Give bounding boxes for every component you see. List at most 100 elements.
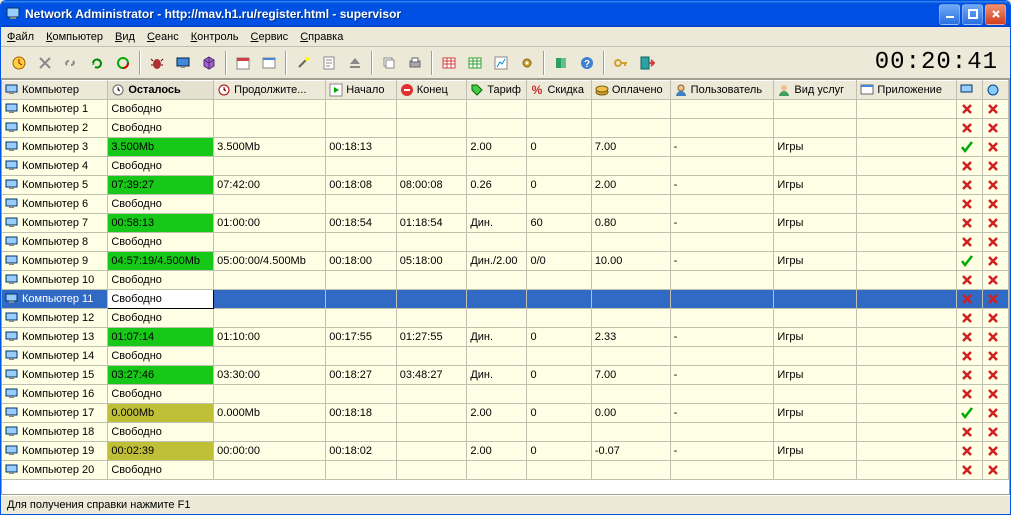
toolbar-gear-button[interactable] <box>515 51 539 75</box>
status-2-icon <box>982 176 1008 195</box>
table-row[interactable]: Компьютер 10Свободно <box>2 271 1009 290</box>
table-row[interactable]: Компьютер 20Свободно <box>2 461 1009 480</box>
table-row[interactable]: Компьютер 6Свободно <box>2 195 1009 214</box>
table-row[interactable]: Компьютер 8Свободно <box>2 233 1009 252</box>
column-header-start[interactable]: Начало <box>326 81 397 100</box>
toolbar-table-red-button[interactable] <box>437 51 461 75</box>
column-header-duration[interactable]: Продолжите... <box>214 81 326 100</box>
toolbar-book-button[interactable] <box>549 51 573 75</box>
table-row[interactable]: Компьютер 18Свободно <box>2 423 1009 442</box>
table-row[interactable]: Компьютер 11Свободно <box>2 290 1009 309</box>
toolbar-print-button[interactable] <box>403 51 427 75</box>
status-1-icon <box>957 119 983 138</box>
menu-компьютер[interactable]: Компьютер <box>46 31 103 43</box>
column-header-s1[interactable] <box>957 81 983 100</box>
title-bar[interactable]: Network Administrator - http://mav.h1.ru… <box>1 1 1010 27</box>
toolbar-wand-button[interactable] <box>291 51 315 75</box>
column-header-user[interactable]: Пользователь <box>670 81 774 100</box>
status-2-icon <box>982 328 1008 347</box>
status-2-icon <box>982 195 1008 214</box>
column-header-end[interactable]: Конец <box>396 81 467 100</box>
toolbar-separator <box>285 51 287 75</box>
status-2-icon <box>982 423 1008 442</box>
computer-icon <box>5 159 19 173</box>
menu-контроль[interactable]: Контроль <box>191 31 239 43</box>
toolbar-eject-button[interactable] <box>343 51 367 75</box>
table-row[interactable]: Компьютер 4Свободно <box>2 157 1009 176</box>
table-row[interactable]: Компьютер 16Свободно <box>2 385 1009 404</box>
computer-icon <box>5 330 19 344</box>
table-row[interactable]: Компьютер 1301:07:1401:10:0000:17:5501:2… <box>2 328 1009 347</box>
status-2-icon <box>982 366 1008 385</box>
window-title: Network Administrator - http://mav.h1.ru… <box>25 7 939 21</box>
column-header-s2[interactable] <box>982 81 1008 100</box>
computer-icon <box>5 311 19 325</box>
svg-text:?: ? <box>584 59 590 70</box>
percent-icon: % <box>530 83 544 97</box>
table-row[interactable]: Компьютер 700:58:1301:00:0000:18:5401:18… <box>2 214 1009 233</box>
column-header-tariff[interactable]: Тариф <box>467 81 527 100</box>
toolbar-delete-button[interactable] <box>33 51 57 75</box>
status-1-icon <box>957 442 983 461</box>
table-row[interactable]: Компьютер 33.500Mb3.500Mb00:18:132.0007.… <box>2 138 1009 157</box>
toolbar-separator <box>603 51 605 75</box>
toolbar-globe-clock-button[interactable] <box>7 51 31 75</box>
status-2-icon <box>982 138 1008 157</box>
maximize-button[interactable] <box>962 4 983 25</box>
clock-red-icon <box>217 83 231 97</box>
table-row[interactable]: Компьютер 1503:27:4603:30:0000:18:2703:4… <box>2 366 1009 385</box>
toolbar-refresh-button[interactable] <box>111 51 135 75</box>
close-button[interactable] <box>985 4 1006 25</box>
toolbar: ?00:20:41 <box>1 47 1010 79</box>
table-row[interactable]: Компьютер 507:39:2707:42:0000:18:0808:00… <box>2 176 1009 195</box>
computer-icon <box>5 178 19 192</box>
table-row[interactable]: Компьютер 170.000Mb0.000Mb00:18:182.0000… <box>2 404 1009 423</box>
column-header-remain[interactable]: Осталось <box>108 81 214 100</box>
status-2-icon <box>982 347 1008 366</box>
computer-icon <box>5 425 19 439</box>
status-1-icon <box>957 461 983 480</box>
menu-файл[interactable]: Файл <box>7 31 34 43</box>
column-header-service[interactable]: Вид услуг <box>774 81 857 100</box>
column-header-app[interactable]: Приложение <box>857 81 957 100</box>
toolbar-bug-button[interactable] <box>145 51 169 75</box>
status-2-icon <box>982 404 1008 423</box>
column-header-row[interactable]: КомпьютерОсталосьПродолжите...НачалоКоне… <box>2 81 1009 100</box>
computer-icon <box>5 83 19 97</box>
column-header-computer[interactable]: Компьютер <box>2 81 108 100</box>
menu-вид[interactable]: Вид <box>115 31 135 43</box>
menu-сервис[interactable]: Сервис <box>251 31 289 43</box>
table-row[interactable]: Компьютер 12Свободно <box>2 309 1009 328</box>
computer-icon <box>5 102 19 116</box>
table-row[interactable]: Компьютер 2Свободно <box>2 119 1009 138</box>
status-1-icon <box>957 347 983 366</box>
minimize-button[interactable] <box>939 4 960 25</box>
data-grid[interactable]: КомпьютерОсталосьПродолжите...НачалоКоне… <box>1 79 1010 495</box>
column-header-discount[interactable]: %Скидка <box>527 81 591 100</box>
status-2-icon <box>982 385 1008 404</box>
menu-сеанс[interactable]: Сеанс <box>147 31 179 43</box>
toolbar-cube-button[interactable] <box>197 51 221 75</box>
app-icon <box>860 83 874 97</box>
toolbar-exit-button[interactable] <box>635 51 659 75</box>
column-header-paid[interactable]: Оплачено <box>591 81 670 100</box>
status-1-icon <box>957 252 983 271</box>
toolbar-key-button[interactable] <box>609 51 633 75</box>
computer-icon <box>5 273 19 287</box>
table-row[interactable]: Компьютер 904:57:19/4.500Mb05:00:00/4.50… <box>2 252 1009 271</box>
toolbar-link-button[interactable] <box>59 51 83 75</box>
toolbar-note-button[interactable] <box>317 51 341 75</box>
toolbar-chart-button[interactable] <box>489 51 513 75</box>
toolbar-table-green-button[interactable] <box>463 51 487 75</box>
toolbar-calendar-button[interactable] <box>231 51 255 75</box>
toolbar-help-button[interactable]: ? <box>575 51 599 75</box>
toolbar-redo-button[interactable] <box>85 51 109 75</box>
menu-справка[interactable]: Справка <box>300 31 343 43</box>
table-row[interactable]: Компьютер 14Свободно <box>2 347 1009 366</box>
table-row[interactable]: Компьютер 1Свободно <box>2 100 1009 119</box>
status-2-icon <box>982 233 1008 252</box>
table-row[interactable]: Компьютер 1900:02:3900:00:0000:18:022.00… <box>2 442 1009 461</box>
toolbar-monitor-button[interactable] <box>171 51 195 75</box>
toolbar-window-button[interactable] <box>257 51 281 75</box>
toolbar-copy-button[interactable] <box>377 51 401 75</box>
